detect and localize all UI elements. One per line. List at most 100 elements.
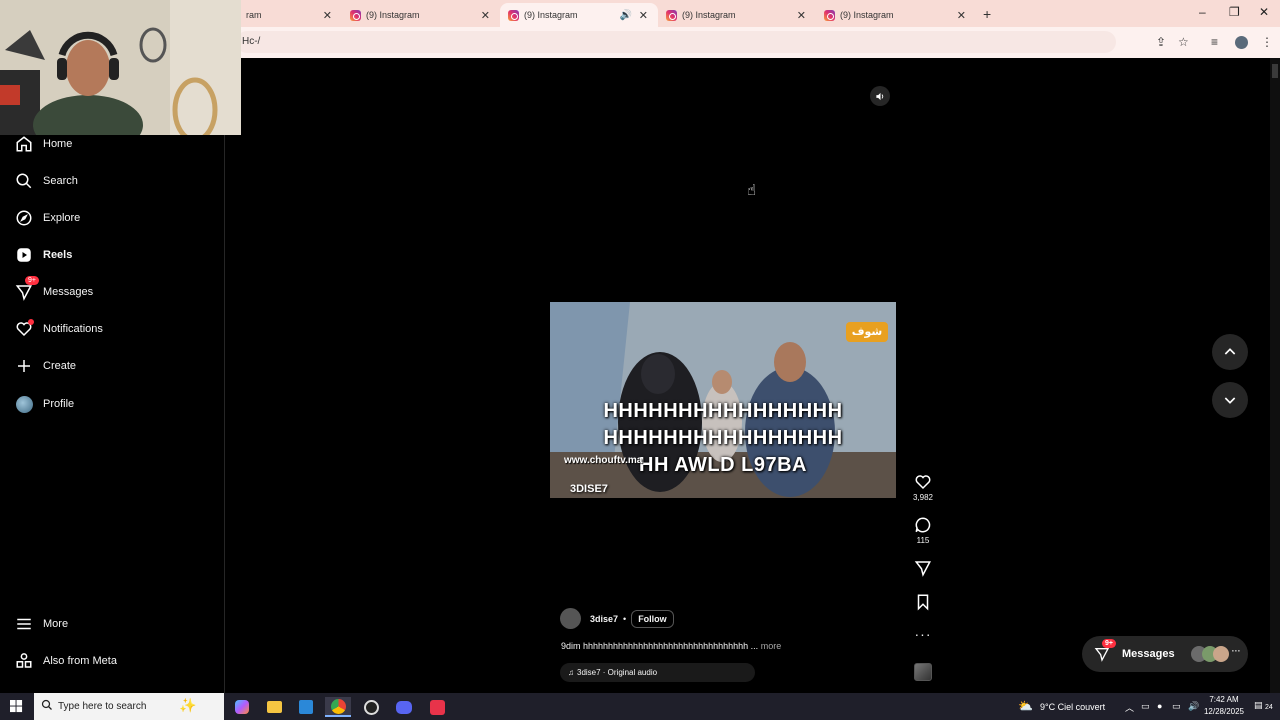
like-action[interactable]: 3,982	[911, 473, 935, 502]
weather-icon[interactable]: ⛅	[1018, 699, 1033, 713]
volume-icon[interactable]: 🔊	[1188, 701, 1199, 712]
sidebar-item-label: More	[43, 618, 69, 630]
hand-cursor-icon: ☝	[747, 182, 757, 199]
close-icon[interactable]: ✕	[797, 9, 806, 22]
close-icon[interactable]: ✕	[481, 9, 490, 22]
music-note-icon: ♫	[568, 668, 574, 677]
weather-text[interactable]: 9°C Ciel couvert	[1040, 702, 1105, 712]
caption-more-link[interactable]: more	[761, 641, 782, 651]
minimize-button[interactable]: –	[1199, 5, 1206, 19]
channel-logo: شوف	[846, 322, 888, 342]
install-icon[interactable]: ⇪	[1156, 35, 1166, 49]
follow-button[interactable]: Follow	[631, 609, 674, 628]
sidebar-item-label: Also from Meta	[43, 655, 117, 667]
clock-time[interactable]: 7:42 AM	[1206, 695, 1242, 704]
chevron-up-icon[interactable]: ︿	[1125, 701, 1134, 714]
tab-title: (9) Instagram	[840, 10, 894, 20]
sidebar-item-label: Create	[43, 360, 77, 372]
sidebar-item-explore[interactable]: Explore	[14, 207, 80, 229]
chrome-icon[interactable]	[325, 697, 351, 717]
author-username[interactable]: 3dise7	[590, 614, 618, 624]
sidebar-item-notifications[interactable]: Notifications	[14, 318, 103, 340]
new-tab-button[interactable]: +	[983, 6, 991, 22]
copilot-icon[interactable]	[229, 697, 255, 717]
comment-action[interactable]: 115	[911, 516, 935, 545]
microphone-icon[interactable]: ●	[1157, 701, 1162, 711]
store-icon[interactable]	[293, 697, 319, 717]
close-icon[interactable]: ✕	[639, 9, 648, 22]
chevron-up-icon	[1224, 348, 1236, 355]
page-scrollbar[interactable]	[1270, 58, 1280, 693]
sidebar-item-more[interactable]: More	[14, 613, 68, 635]
search-icon	[41, 699, 53, 711]
reel-player[interactable]: شوف HHHHHHHHHHHHHHHH HHHHHHHHHHHHHHHH HH…	[550, 79, 896, 693]
sidebar-item-label: Messages	[43, 286, 94, 298]
messages-pill[interactable]: 9+ Messages ···	[1082, 636, 1248, 672]
volume-button[interactable]	[870, 86, 890, 106]
speaker-icon[interactable]: 🔊	[620, 10, 632, 21]
sidebar-item-label: Notifications	[43, 323, 103, 335]
browser-tab[interactable]: (9) Instagram ✕	[342, 3, 500, 27]
clock-date[interactable]: 12/28/2025	[1203, 707, 1245, 716]
sidebar-item-messages[interactable]: 9+ Messages	[14, 276, 94, 303]
file-explorer-icon[interactable]	[261, 697, 287, 717]
instagram-sidebar: Home Search Explore Reels 9+ Messages No…	[0, 135, 225, 693]
browser-tab-active[interactable]: (9) Instagram 🔊 ✕	[500, 3, 658, 27]
profile-avatar[interactable]	[1235, 36, 1248, 49]
like-count: 3,982	[912, 493, 934, 502]
windows-start-icon[interactable]	[10, 700, 23, 713]
address-bar[interactable]: Hc-/	[236, 31, 1116, 53]
message-avatars: ···	[1190, 646, 1241, 662]
discord-icon[interactable]	[391, 697, 417, 717]
audio-thumbnail[interactable]	[911, 663, 935, 681]
reel-video-frame[interactable]: شوف HHHHHHHHHHHHHHHH HHHHHHHHHHHHHHHH HH…	[550, 302, 896, 498]
next-reel-button[interactable]	[1212, 382, 1248, 418]
sidebar-item-label: Home	[43, 138, 73, 150]
instagram-icon	[508, 9, 519, 21]
menu-icon[interactable]: ⋮	[1261, 35, 1273, 49]
taskbar-search-input[interactable]: Type here to search ✨	[34, 693, 224, 720]
browser-tab[interactable]: ram ✕	[232, 3, 342, 27]
handle-watermark: 3DISE7	[570, 483, 608, 495]
sidebar-item-profile[interactable]: Profile	[14, 393, 74, 415]
search-placeholder: Type here to search	[58, 701, 147, 712]
obs-icon[interactable]	[358, 697, 384, 717]
author-avatar[interactable]	[560, 608, 581, 629]
hamburger-icon	[14, 614, 34, 634]
sparkle-icon: ✨	[179, 697, 197, 713]
close-icon[interactable]: ✕	[323, 9, 332, 22]
close-icon[interactable]: ✕	[957, 9, 966, 22]
sidebar-item-create[interactable]: Create	[14, 355, 76, 377]
sidebar-item-label: Search	[43, 175, 78, 187]
tray-device-icon[interactable]: ▭	[1141, 701, 1150, 712]
sidebar-item-search[interactable]: Search	[14, 170, 78, 192]
network-icon[interactable]: ▭	[1172, 701, 1181, 712]
audio-pill[interactable]: ♫ 3dise7 · Original audio	[560, 663, 755, 682]
media-control-icon[interactable]: ≡	[1211, 35, 1218, 49]
notifications-icon[interactable]: ▤	[1254, 700, 1263, 711]
caption-overlay-line: HHHHHHHHHHHHHHHH	[603, 427, 843, 449]
more-options-action[interactable]: ···	[911, 626, 935, 642]
sidebar-item-also-from-meta[interactable]: Also from Meta	[14, 650, 117, 672]
sidebar-item-reels[interactable]: Reels	[14, 244, 72, 266]
send-icon	[914, 561, 931, 577]
previous-reel-button[interactable]	[1212, 334, 1248, 370]
share-action[interactable]	[911, 559, 935, 577]
browser-tab[interactable]: (9) Instagram ✕	[816, 3, 976, 27]
heart-icon	[915, 475, 931, 490]
meta-apps-icon	[14, 651, 34, 671]
save-action[interactable]	[911, 593, 935, 611]
bookmark-star-icon[interactable]: ☆	[1178, 35, 1189, 49]
instagram-icon	[824, 9, 835, 21]
messages-badge: 9+	[1102, 639, 1116, 648]
sidebar-item-home[interactable]: Home	[14, 133, 72, 155]
close-window-button[interactable]: ✕	[1259, 5, 1269, 19]
tab-title: (9) Instagram	[524, 10, 578, 20]
sidebar-item-label: Reels	[43, 249, 73, 261]
comment-icon	[915, 517, 931, 533]
capcut-icon[interactable]	[424, 697, 450, 717]
separator: •	[623, 613, 627, 624]
tab-title: ram	[246, 10, 262, 20]
browser-tab[interactable]: (9) Instagram ✕	[658, 3, 816, 27]
restore-button[interactable]: ❐	[1229, 5, 1240, 19]
